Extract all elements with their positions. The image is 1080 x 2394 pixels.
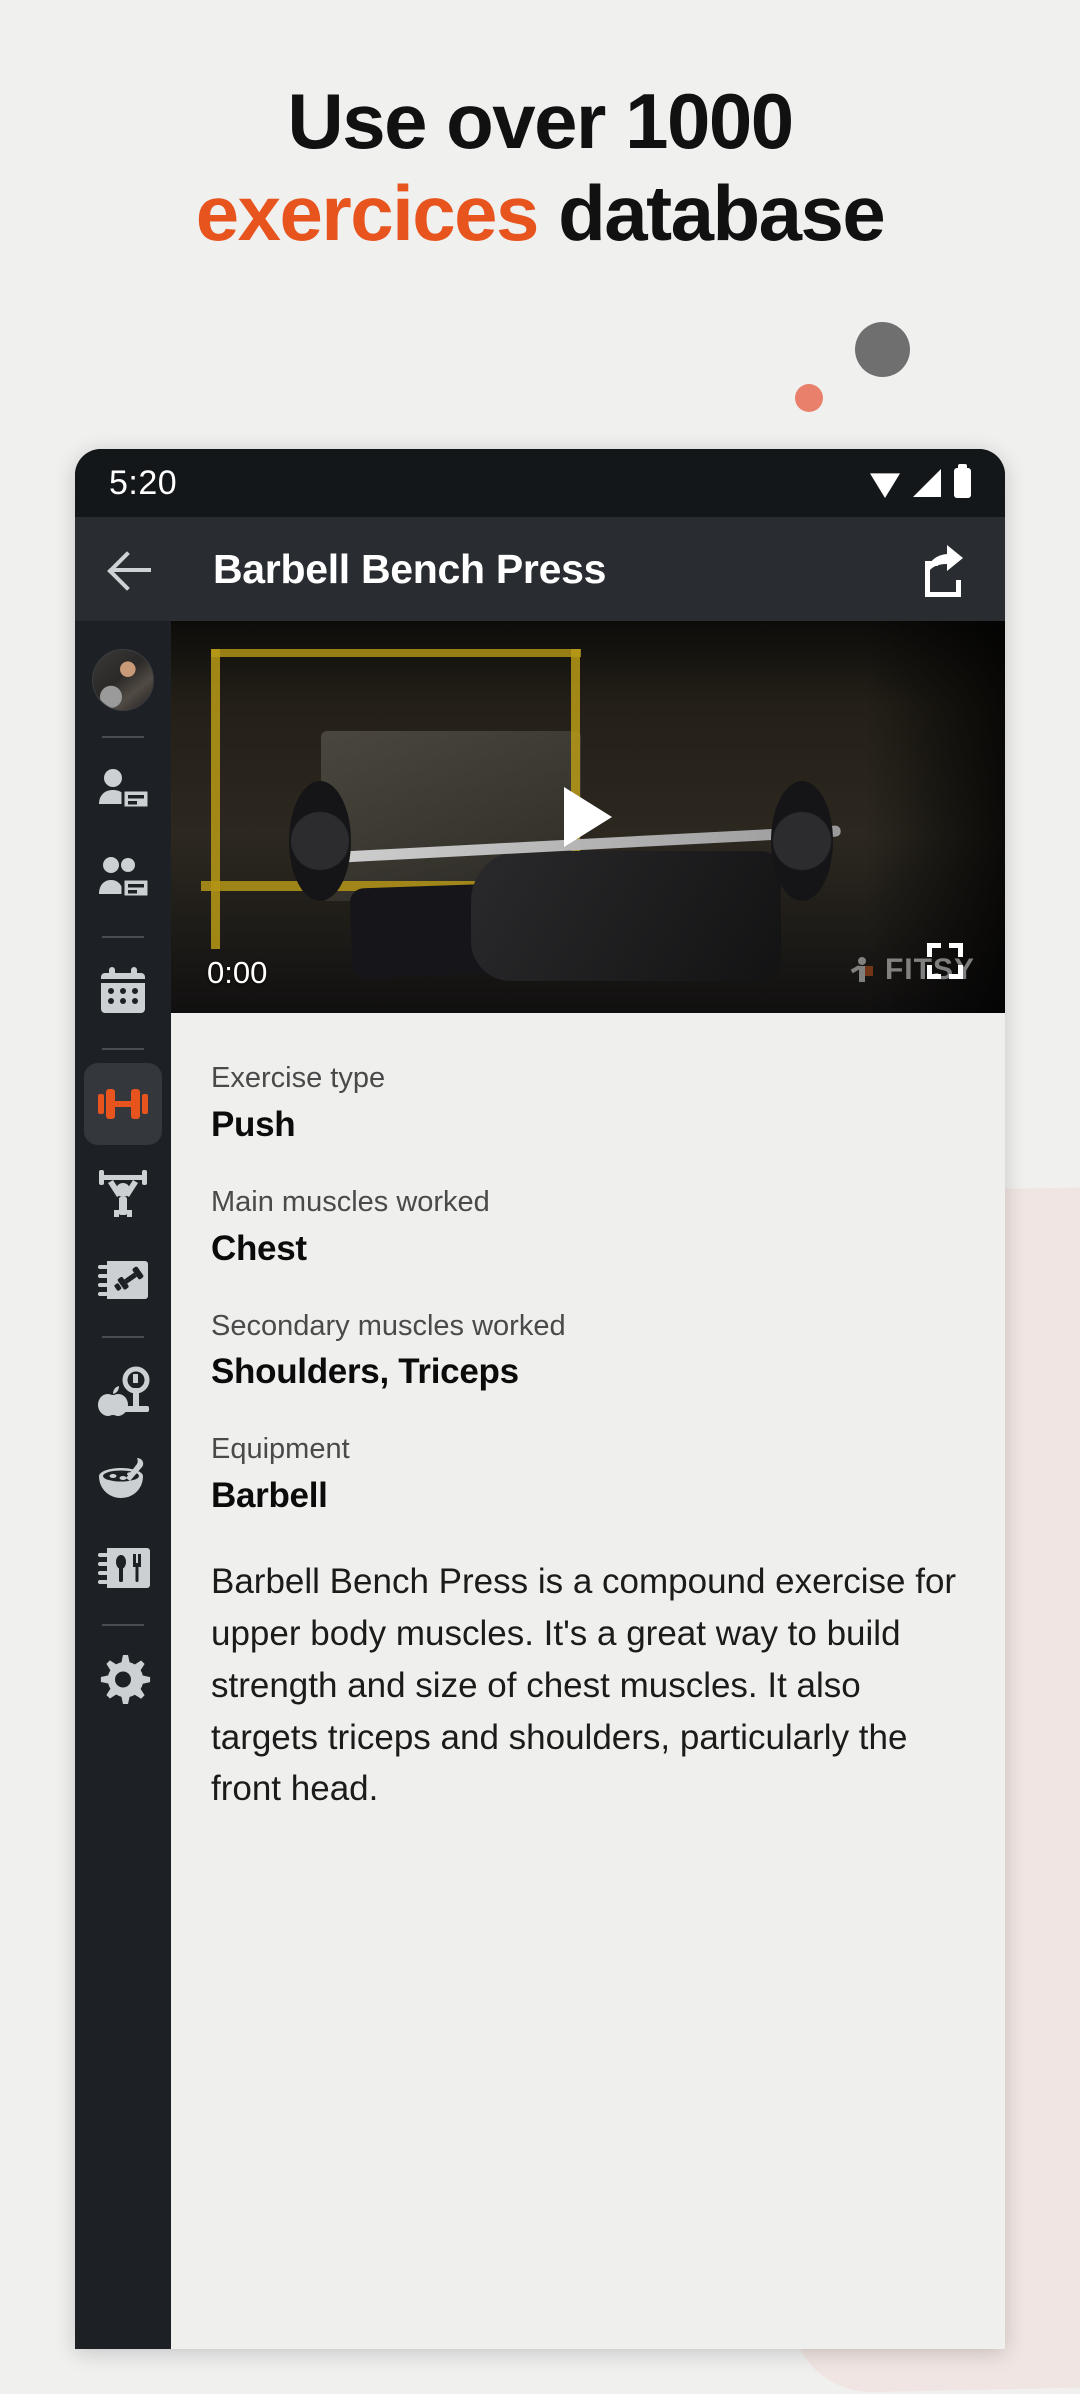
exercise-detail-content: 0:00 FITSY [171, 621, 1005, 2349]
sidebar-item-workouts[interactable] [84, 1151, 162, 1233]
gear-icon [100, 1655, 151, 1704]
decorative-dot-salmon [795, 384, 823, 412]
headline-rest-word: database [537, 168, 886, 257]
sidebar-item-workout-log[interactable] [84, 1239, 162, 1321]
video-scene-rack-left [211, 649, 220, 949]
sidebar-item-nutrition-scale[interactable] [84, 1351, 162, 1433]
signal-icon [913, 469, 941, 497]
sidebar-item-clients[interactable] [84, 751, 162, 833]
headline-line-1: Use over 1000 [287, 77, 794, 165]
video-scene-lifter [471, 851, 781, 981]
scale-apple-icon [98, 1366, 150, 1416]
sidebar-item-meal-plans[interactable] [84, 1527, 162, 1609]
video-scene-plate-left [289, 781, 351, 901]
headline-line-2: exercices database [0, 173, 1080, 254]
sidebar-item-avatar[interactable] [84, 639, 162, 721]
rail-divider [102, 736, 144, 738]
group-card-icon [99, 857, 151, 899]
sidebar-item-groups[interactable] [84, 839, 162, 921]
rail-divider [102, 1048, 144, 1050]
exercise-details: Exercise type Push Main muscles worked C… [171, 1013, 1005, 2349]
field-value: Barbell [211, 1476, 328, 1516]
field-exercise-type: Exercise type Push [211, 1061, 965, 1145]
field-secondary-muscles: Secondary muscles worked Shoulders, Tric… [211, 1309, 965, 1393]
app-bar: Barbell Bench Press [75, 517, 1005, 621]
battery-icon [954, 464, 971, 498]
status-bar-time: 5:20 [109, 463, 178, 502]
exercise-video-player[interactable]: 0:00 FITSY [171, 621, 1005, 1013]
field-main-muscles: Main muscles worked Chest [211, 1185, 965, 1269]
video-current-time: 0:00 [207, 955, 268, 990]
app-body: 0:00 FITSY [75, 621, 1005, 2349]
sidebar-item-calendar[interactable] [84, 951, 162, 1033]
dumbbell-icon [98, 1089, 148, 1119]
rail-divider [102, 1336, 144, 1338]
person-card-icon [99, 769, 151, 810]
field-label: Exercise type [211, 1062, 386, 1094]
decorative-dot-gray [855, 322, 910, 377]
promo-headline: Use over 1000 exercices database [0, 81, 1080, 254]
fullscreen-icon[interactable] [927, 943, 963, 979]
page-title: Barbell Bench Press [213, 545, 607, 592]
headline-accent-word: exercices [195, 168, 540, 257]
user-avatar-photo [92, 649, 154, 711]
field-label: Main muscles worked [211, 1185, 490, 1218]
sidebar-item-recipes[interactable] [84, 1439, 162, 1521]
status-bar: 5:20 [75, 449, 1005, 517]
video-scene-rack-top [211, 649, 581, 657]
calendar-icon [101, 967, 145, 1013]
back-arrow-icon[interactable] [101, 539, 161, 599]
barbell-lifter-icon [99, 1170, 147, 1217]
cutlery-card-icon [98, 1548, 150, 1588]
share-icon[interactable] [911, 537, 975, 601]
fitsy-logo-icon [850, 957, 873, 982]
field-equipment: Equipment Barbell [211, 1432, 965, 1516]
bowl-spoon-icon [99, 1458, 144, 1498]
wifi-icon [870, 473, 900, 498]
exercise-description: Barbell Bench Press is a compound exerci… [211, 1562, 957, 1809]
sidebar-item-settings[interactable] [84, 1639, 162, 1721]
status-bar-icons [870, 464, 971, 498]
video-scene-plate-right [771, 781, 833, 901]
navigation-rail [75, 621, 171, 2349]
rail-divider [102, 936, 144, 938]
field-value: Chest [211, 1228, 307, 1268]
field-value: Shoulders, Triceps [211, 1352, 519, 1392]
rail-divider [102, 1624, 144, 1626]
field-value: Push [211, 1104, 296, 1144]
field-label: Secondary muscles worked [211, 1309, 566, 1342]
phone-mockup: 5:20 Barbell Bench Press 0:00 Exercise t… [75, 449, 1005, 2349]
field-label: Equipment [211, 1433, 350, 1466]
play-icon[interactable] [564, 787, 612, 847]
workout-log-icon [98, 1261, 148, 1299]
sidebar-item-exercises[interactable] [84, 1063, 162, 1145]
